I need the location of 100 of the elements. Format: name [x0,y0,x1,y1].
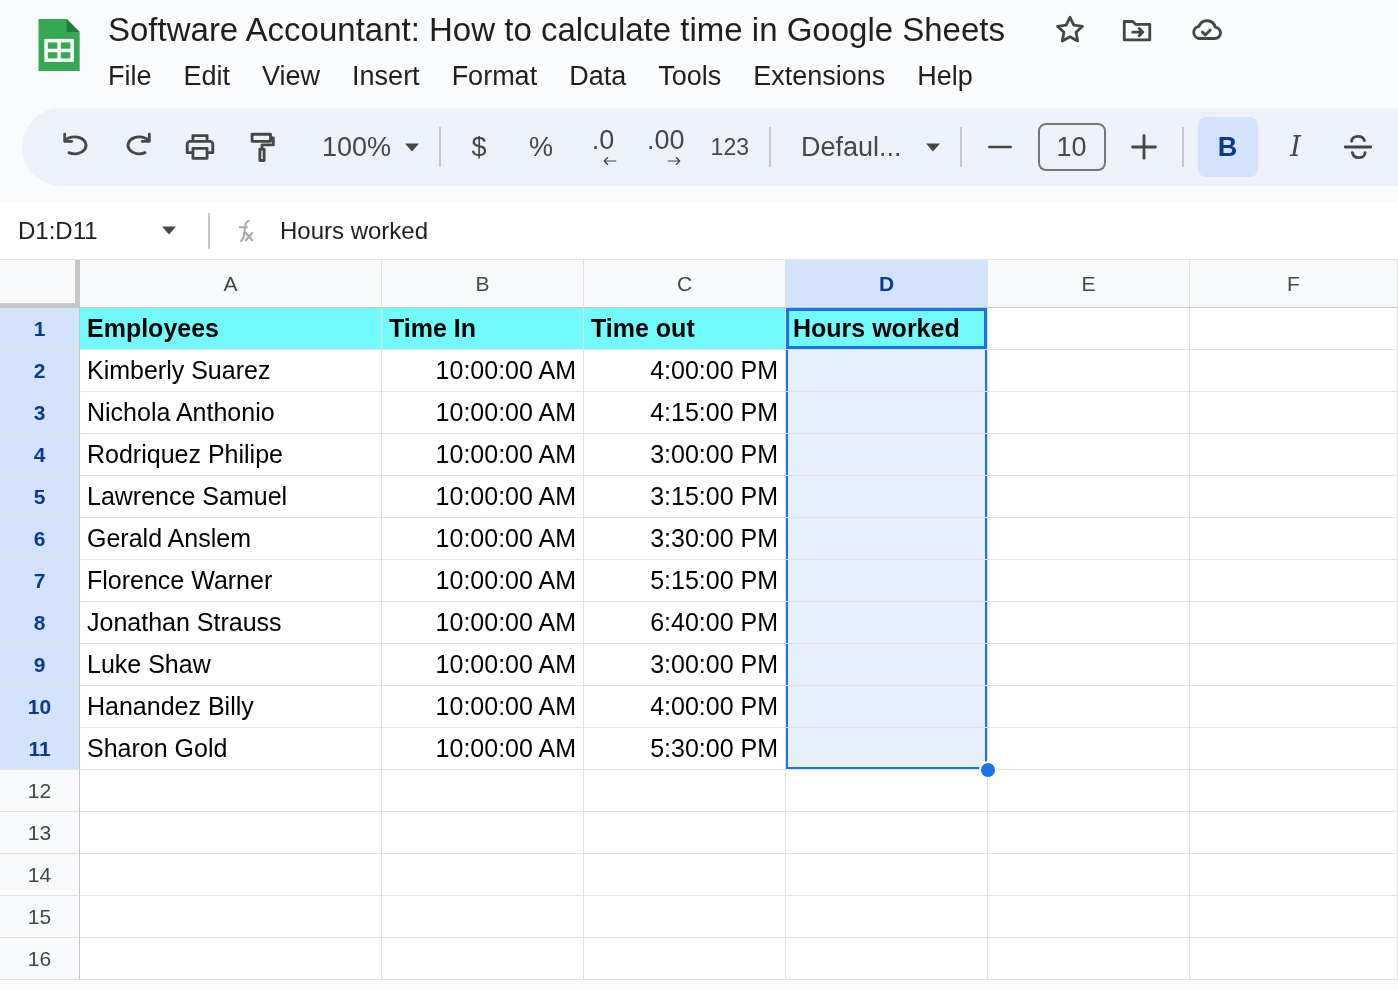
column-header[interactable]: F [1190,260,1398,308]
row-header[interactable]: 14 [0,854,80,896]
row-header[interactable]: 8 [0,602,80,644]
empty-cell[interactable] [584,812,786,854]
table-cell[interactable]: 10:00:00 AM [382,476,584,518]
empty-cell[interactable] [584,770,786,812]
empty-cell[interactable] [1190,350,1398,392]
menu-item[interactable]: Format [435,56,554,96]
font-size-field[interactable]: 10 [1037,123,1106,171]
table-cell[interactable]: Gerald Anslem [80,518,382,560]
currency-button[interactable]: $ [455,117,504,177]
empty-cell[interactable] [1190,434,1398,476]
empty-cell[interactable] [382,938,584,980]
table-cell[interactable]: Kimberly Suarez [80,350,382,392]
menu-item[interactable]: Insert [336,56,436,96]
empty-cell[interactable] [786,938,988,980]
empty-cell[interactable] [1190,686,1398,728]
row-header[interactable]: 11 [0,728,80,770]
row-header[interactable]: 4 [0,434,80,476]
empty-cell[interactable] [1190,728,1398,770]
table-cell[interactable]: 10:00:00 AM [382,728,584,770]
row-header[interactable]: 3 [0,392,80,434]
caret-icon[interactable] [162,226,176,235]
menu-item[interactable]: View [246,56,337,96]
bold-button[interactable]: B [1197,117,1258,177]
empty-cell[interactable] [988,812,1190,854]
selected-cell[interactable] [786,644,988,686]
percent-button[interactable]: % [517,117,566,177]
selected-cell[interactable] [786,560,988,602]
column-header[interactable]: C [584,260,786,308]
table-cell[interactable]: 10:00:00 AM [382,350,584,392]
empty-cell[interactable] [1190,308,1398,350]
empty-cell[interactable] [1190,644,1398,686]
increase-decimals-button[interactable]: .00 [641,117,691,177]
selected-cell[interactable] [786,518,988,560]
caret-icon[interactable] [925,142,940,152]
empty-cell[interactable] [1190,938,1398,980]
table-cell[interactable]: Hanandez Billy [80,686,382,728]
empty-cell[interactable] [786,854,988,896]
empty-cell[interactable] [584,896,786,938]
table-cell[interactable]: Sharon Gold [80,728,382,770]
menu-item[interactable]: Extensions [737,56,902,96]
empty-cell[interactable] [1190,896,1398,938]
decrease-decimals-button[interactable]: .0 [579,117,628,177]
number-format-button[interactable]: 123 [704,117,755,177]
row-header[interactable]: 1 [0,308,80,350]
empty-cell[interactable] [1190,518,1398,560]
empty-cell[interactable] [786,812,988,854]
menu-item[interactable]: Tools [642,56,738,96]
row-header[interactable]: 2 [0,350,80,392]
selected-cell[interactable] [786,350,988,392]
formula-text[interactable]: Hours worked [280,212,429,249]
row-header[interactable]: 15 [0,896,80,938]
menu-item[interactable]: Data [553,56,643,96]
empty-cell[interactable] [988,770,1190,812]
row-header[interactable]: 9 [0,644,80,686]
row-header[interactable]: 10 [0,686,80,728]
caret-icon[interactable] [405,142,420,152]
column-heading-cell[interactable]: Time out [584,308,786,350]
menu-item[interactable]: File [92,56,168,96]
empty-cell[interactable] [988,938,1190,980]
selected-cell[interactable] [786,602,988,644]
table-cell[interactable]: 10:00:00 AM [382,518,584,560]
menu-item[interactable]: Edit [167,56,247,96]
name-box[interactable]: D1:D11 [10,212,190,249]
empty-cell[interactable] [382,854,584,896]
selected-cell[interactable] [786,686,988,728]
column-heading-cell[interactable]: Time In [382,308,584,350]
select-all-corner[interactable] [0,260,80,308]
empty-cell[interactable] [382,896,584,938]
empty-cell[interactable] [1190,812,1398,854]
table-cell[interactable]: 10:00:00 AM [382,686,584,728]
fill-handle[interactable] [979,761,997,779]
row-header[interactable]: 13 [0,812,80,854]
table-cell[interactable]: Nichola Anthonio [80,392,382,434]
empty-cell[interactable] [1190,770,1398,812]
row-header[interactable]: 5 [0,476,80,518]
empty-cell[interactable] [988,896,1190,938]
empty-cell[interactable] [786,896,988,938]
column-header[interactable]: B [382,260,584,308]
selected-cell[interactable] [786,476,988,518]
table-cell[interactable]: Luke Shaw [80,644,382,686]
row-header[interactable]: 16 [0,938,80,980]
column-heading-cell[interactable]: Employees [80,308,382,350]
empty-cell[interactable] [988,854,1190,896]
zoom-dropdown[interactable]: 100% [316,117,426,177]
table-cell[interactable]: Lawrence Samuel [80,476,382,518]
minus-icon[interactable] [986,145,1013,149]
empty-cell[interactable] [1190,560,1398,602]
table-cell[interactable]: Florence Warner [80,560,382,602]
empty-cell[interactable] [584,938,786,980]
table-cell[interactable]: 10:00:00 AM [382,392,584,434]
table-cell[interactable]: 10:00:00 AM [382,644,584,686]
selected-cell[interactable] [786,434,988,476]
table-cell[interactable]: Rodriquez Philipe [80,434,382,476]
column-header[interactable]: A [80,260,382,308]
empty-cell[interactable] [1190,602,1398,644]
selected-cell[interactable] [786,392,988,434]
row-header[interactable]: 7 [0,560,80,602]
table-cell[interactable]: 10:00:00 AM [382,602,584,644]
